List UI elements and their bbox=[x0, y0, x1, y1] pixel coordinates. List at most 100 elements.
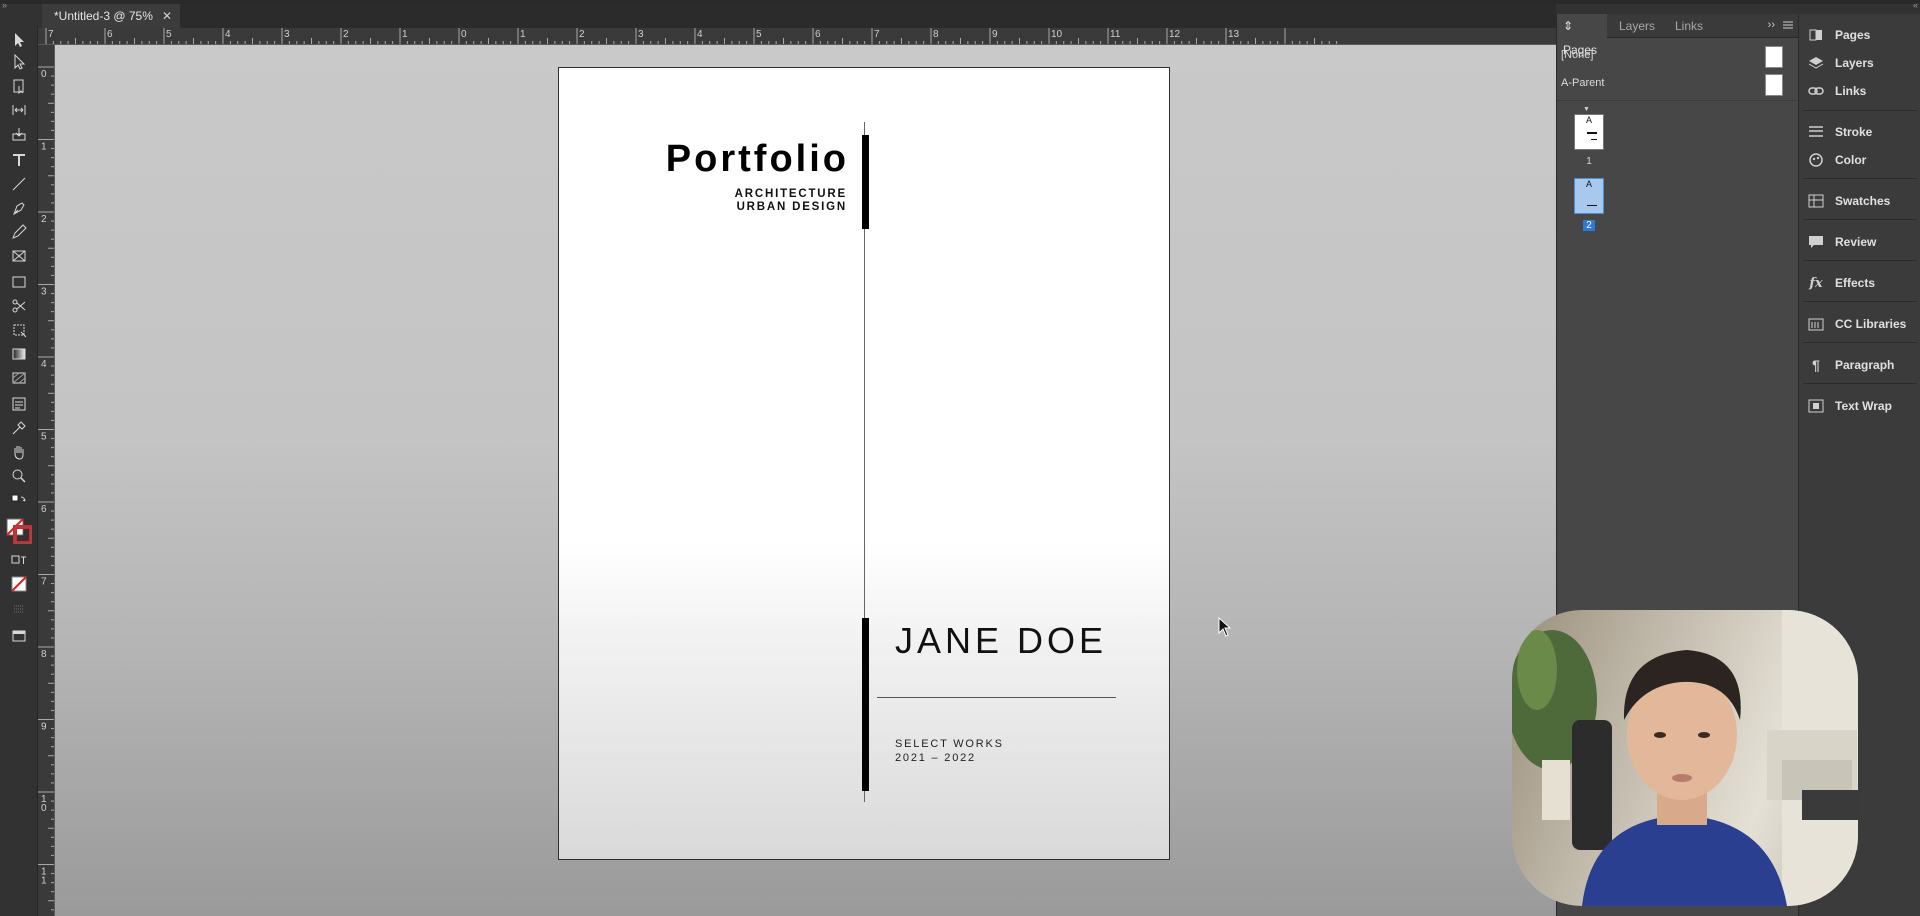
rectangle-tool-icon[interactable] bbox=[6, 272, 32, 292]
scissors-tool-icon[interactable] bbox=[6, 296, 32, 316]
dock-text-wrap[interactable]: Text Wrap bbox=[1807, 394, 1917, 418]
page-number-1[interactable]: 1 bbox=[1574, 156, 1604, 167]
subtitle-architecture[interactable]: ARCHITECTURE bbox=[735, 188, 847, 200]
gap-tool-icon[interactable] bbox=[6, 100, 32, 120]
review-icon bbox=[1807, 234, 1825, 250]
ruler-label: 6 bbox=[815, 29, 821, 40]
pen-tool-icon[interactable] bbox=[6, 198, 32, 218]
dock-effects[interactable]: fx Effects bbox=[1807, 271, 1917, 295]
panel-expand-icon[interactable]: ›› bbox=[1768, 19, 1775, 31]
page-tool-icon[interactable] bbox=[6, 76, 32, 96]
cc-libraries-icon bbox=[1807, 316, 1825, 332]
subtitle-urban-design[interactable]: URBAN DESIGN bbox=[737, 201, 847, 213]
ruler-label: 3 bbox=[284, 29, 290, 40]
dock-review-label: Review bbox=[1835, 235, 1877, 249]
accent-bar-top[interactable] bbox=[862, 135, 869, 229]
dock-review[interactable]: Review bbox=[1807, 230, 1917, 254]
document-page[interactable]: Portfolio ARCHITECTURE URBAN DESIGN JANE… bbox=[558, 67, 1170, 860]
ruler-label: 4 bbox=[697, 29, 703, 40]
document-tab-title: *Untitled-3 @ 75% bbox=[54, 9, 153, 23]
dock-stroke-label: Stroke bbox=[1835, 125, 1873, 139]
accent-bar-bottom[interactable] bbox=[862, 618, 869, 791]
dock-cc-libraries[interactable]: CC Libraries bbox=[1807, 312, 1917, 336]
ruler-label: 0 bbox=[41, 69, 47, 80]
links-icon bbox=[1807, 83, 1825, 99]
gradient-feather-tool-icon[interactable] bbox=[6, 368, 32, 388]
panel-menu-icon[interactable] bbox=[1781, 18, 1795, 32]
note-tool-icon[interactable] bbox=[6, 394, 32, 414]
page-thumbnail-2[interactable]: A bbox=[1574, 178, 1604, 214]
dock-links[interactable]: Links bbox=[1807, 79, 1917, 103]
select-works-label[interactable]: SELECT WORKS bbox=[895, 738, 1004, 750]
master-none-thumbnail[interactable] bbox=[1765, 46, 1783, 68]
dock-separator bbox=[1803, 260, 1917, 261]
dock-stroke[interactable]: Stroke bbox=[1807, 120, 1917, 144]
selection-tool-icon[interactable] bbox=[6, 30, 32, 50]
ruler-label: 2 bbox=[579, 29, 585, 40]
dock-color[interactable]: Color bbox=[1807, 148, 1917, 172]
ruler-label: 9 bbox=[992, 29, 998, 40]
collapse-panels-icon[interactable]: « bbox=[1913, 0, 1918, 10]
apply-none-icon[interactable] bbox=[6, 574, 32, 594]
close-tab-icon[interactable]: ✕ bbox=[162, 4, 172, 28]
dock-pages[interactable]: Pages bbox=[1807, 23, 1917, 47]
tab-layers[interactable]: Layers bbox=[1613, 14, 1661, 38]
dock-swatches[interactable]: Swatches bbox=[1807, 189, 1917, 213]
layers-icon bbox=[1807, 55, 1825, 71]
tab-pages[interactable]: ⇕ Pages bbox=[1557, 14, 1607, 57]
fx-icon: fx bbox=[1809, 275, 1823, 291]
ruler-label: 2 bbox=[343, 29, 349, 40]
page-1-master-prefix: A bbox=[1585, 115, 1592, 125]
fill-stroke-swatch-icon[interactable] bbox=[6, 516, 32, 546]
type-tool-icon[interactable] bbox=[6, 150, 32, 170]
portfolio-title[interactable]: Portfolio bbox=[666, 138, 849, 181]
page-thumbnail-1[interactable]: A bbox=[1574, 114, 1604, 150]
content-collector-tool-icon[interactable] bbox=[6, 124, 32, 144]
years-label[interactable]: 2021 – 2022 bbox=[895, 752, 976, 764]
formatting-container-text-icon[interactable] bbox=[6, 550, 32, 570]
hand-tool-icon[interactable] bbox=[6, 442, 32, 462]
page-number-2[interactable]: 2 bbox=[1574, 220, 1604, 231]
ruler-label: 12 bbox=[1169, 29, 1181, 40]
pasteboard[interactable]: Portfolio ARCHITECTURE URBAN DESIGN JANE… bbox=[55, 45, 1556, 916]
gradient-swatch-tool-icon[interactable] bbox=[6, 344, 32, 364]
dock-color-label: Color bbox=[1835, 153, 1867, 167]
ruler-label: 7 bbox=[874, 29, 880, 40]
master-none-label: [None] bbox=[1561, 49, 1594, 61]
master-none[interactable]: [None] bbox=[1561, 44, 1791, 68]
document-tab[interactable]: *Untitled-3 @ 75% ✕ bbox=[42, 4, 180, 28]
mouse-cursor-icon bbox=[1218, 617, 1232, 637]
tab-links[interactable]: Links bbox=[1669, 14, 1709, 38]
zoom-tool-icon[interactable] bbox=[6, 466, 32, 486]
dock-paragraph[interactable]: ¶ Paragraph bbox=[1807, 353, 1917, 377]
master-a-parent[interactable]: A-Parent bbox=[1561, 72, 1791, 96]
screen-mode-icon[interactable] bbox=[6, 626, 32, 646]
direct-selection-tool-icon[interactable] bbox=[6, 52, 32, 72]
ruler-label: 3 bbox=[41, 287, 47, 298]
ruler-label: 2 bbox=[41, 214, 47, 225]
horizontal-rule[interactable] bbox=[877, 697, 1116, 698]
author-name[interactable]: JANE DOE bbox=[895, 620, 1107, 662]
ruler-label: 1 bbox=[402, 29, 408, 40]
pencil-tool-icon[interactable] bbox=[6, 222, 32, 242]
free-transform-tool-icon[interactable] bbox=[6, 320, 32, 340]
ruler-label: 10 bbox=[1051, 29, 1063, 40]
ruler-label: 7 bbox=[48, 29, 54, 40]
page-2-master-prefix: A bbox=[1585, 179, 1592, 189]
ruler-label: 1 bbox=[41, 876, 47, 887]
dock-separator bbox=[1803, 178, 1917, 179]
dock-layers-label: Layers bbox=[1835, 56, 1874, 70]
ruler-label: 4 bbox=[41, 359, 47, 370]
dock-layers[interactable]: Layers bbox=[1807, 51, 1917, 75]
presenter-video-image bbox=[1512, 610, 1858, 906]
line-tool-icon[interactable] bbox=[6, 174, 32, 194]
view-mode-icon[interactable] bbox=[6, 600, 32, 620]
vertical-ruler[interactable]: 01234567891011 bbox=[38, 45, 55, 916]
default-fill-stroke-icon[interactable] bbox=[6, 492, 32, 512]
text-wrap-icon bbox=[1807, 398, 1825, 414]
collapse-toolbar-icon[interactable]: » bbox=[2, 0, 7, 10]
master-a-parent-thumbnail[interactable] bbox=[1765, 74, 1783, 96]
rectangle-frame-tool-icon[interactable] bbox=[6, 246, 32, 266]
eyedropper-tool-icon[interactable] bbox=[6, 418, 32, 438]
horizontal-ruler[interactable]: 7 6 5 4 3 2 1 0 1 2 3 4 5 6 7 8 9 10 11 12 13 bbox=[42, 28, 1556, 45]
